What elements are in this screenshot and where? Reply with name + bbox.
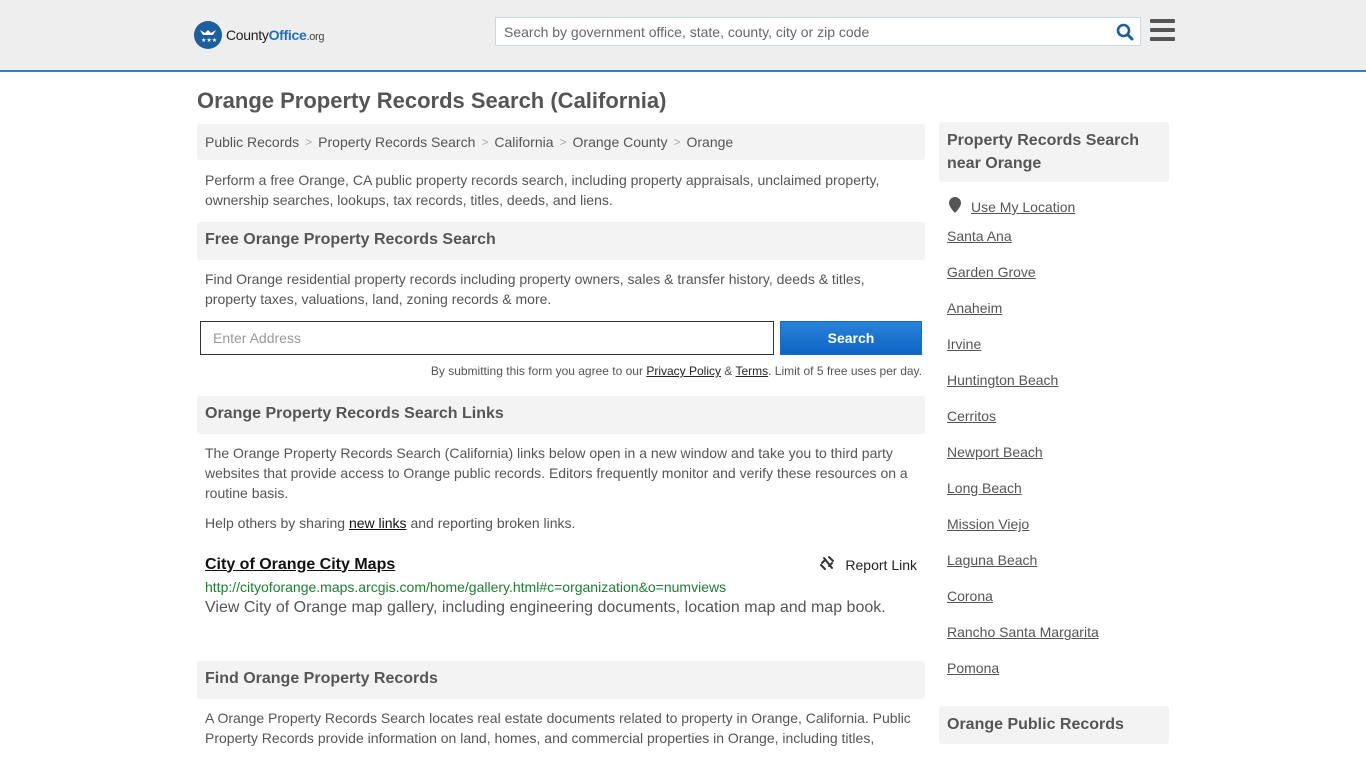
links-section-description: The Orange Property Records Search (Cali… — [205, 445, 908, 501]
free-search-description: Find Orange residential property records… — [205, 271, 865, 307]
use-location-row: Use My Location — [947, 196, 1161, 218]
main-content: Public Records > Property Records Search >… — [197, 124, 925, 748]
report-link-label: Report Link — [845, 556, 917, 573]
city-link[interactable]: Laguna Beach — [947, 542, 1161, 578]
breadcrumb-separator: > — [481, 135, 489, 149]
eagle-logo-icon: ★★★ — [194, 21, 222, 49]
page-title: Orange Property Records Search (Californ… — [197, 88, 667, 113]
svg-text:★★★: ★★★ — [201, 37, 217, 44]
breadcrumb-public-records[interactable]: Public Records — [205, 134, 299, 150]
city-link[interactable]: Long Beach — [947, 470, 1161, 506]
free-search-heading: Free Orange Property Records Search — [197, 222, 925, 260]
help-suffix: and reporting broken links. — [406, 515, 576, 531]
city-link[interactable]: Anaheim — [947, 290, 1161, 326]
city-link[interactable]: Garden Grove — [947, 254, 1161, 290]
disclaimer-amp: & — [721, 364, 736, 378]
help-prefix: Help others by sharing — [205, 515, 349, 531]
links-section-heading: Orange Property Records Search Links — [197, 396, 925, 434]
breadcrumb-separator: > — [673, 135, 681, 149]
find-section-description: A Orange Property Records Search locates… — [205, 710, 911, 746]
sidebar-heading: Property Records Search near Orange — [939, 122, 1169, 182]
hamburger-menu-icon[interactable] — [1150, 19, 1175, 41]
city-link[interactable]: Huntington Beach — [947, 362, 1161, 398]
help-text: Help others by sharing new links and rep… — [197, 513, 925, 533]
disclaimer-text: By submitting this form you agree to our — [430, 364, 647, 378]
sidebar-public-records-heading: Orange Public Records — [939, 706, 1169, 744]
site-search-input[interactable] — [496, 23, 1110, 40]
site-search — [495, 17, 1141, 46]
link-description: View City of Orange map gallery, includi… — [205, 599, 886, 616]
breadcrumb-separator: > — [559, 135, 567, 149]
intro-text: Perform a free Orange, CA public propert… — [205, 172, 880, 208]
city-link[interactable]: Irvine — [947, 326, 1161, 362]
breadcrumb-orange-county[interactable]: Orange County — [573, 134, 668, 150]
sidebar: Property Records Search near Orange Use … — [939, 122, 1169, 744]
link-title[interactable]: City of Orange City Maps — [205, 556, 395, 574]
city-link[interactable]: Corona — [947, 578, 1161, 614]
breadcrumb-orange[interactable]: Orange — [687, 134, 734, 150]
link-item: City of Orange City Maps Report Link htt… — [197, 555, 925, 617]
broken-link-icon — [819, 555, 835, 574]
site-header: ★★★ CountyOffice.org — [0, 0, 1366, 72]
city-link[interactable]: Cerritos — [947, 398, 1161, 434]
breadcrumb-california[interactable]: California — [494, 134, 553, 150]
privacy-policy-link[interactable]: Privacy Policy — [646, 364, 721, 378]
city-link[interactable]: Mission Viejo — [947, 506, 1161, 542]
logo-text: CountyOffice.org — [226, 27, 325, 43]
breadcrumb-property-records-search[interactable]: Property Records Search — [318, 134, 475, 150]
site-logo[interactable]: ★★★ CountyOffice.org — [194, 21, 325, 49]
terms-link[interactable]: Terms — [735, 364, 768, 378]
form-disclaimer: By submitting this form you agree to our… — [197, 364, 925, 378]
find-section-heading: Find Orange Property Records — [197, 661, 925, 699]
search-icon[interactable] — [1110, 18, 1140, 46]
link-url: http://cityoforange.maps.arcgis.com/home… — [205, 579, 727, 595]
city-link[interactable]: Newport Beach — [947, 434, 1161, 470]
breadcrumb-separator: > — [305, 135, 313, 149]
address-search-form: Search — [197, 321, 925, 355]
new-links-link[interactable]: new links — [349, 515, 407, 531]
breadcrumb: Public Records > Property Records Search >… — [197, 124, 925, 160]
city-link[interactable]: Pomona — [947, 650, 1161, 686]
report-link-button[interactable]: Report Link — [819, 555, 917, 574]
nearby-cities-list: Use My Location Santa Ana Garden Grove A… — [939, 196, 1169, 686]
disclaimer-suffix: . Limit of 5 free uses per day. — [768, 364, 922, 378]
city-link[interactable]: Rancho Santa Margarita — [947, 614, 1161, 650]
address-input[interactable] — [200, 321, 774, 355]
address-search-button[interactable]: Search — [780, 321, 922, 355]
map-pin-icon — [949, 196, 961, 218]
